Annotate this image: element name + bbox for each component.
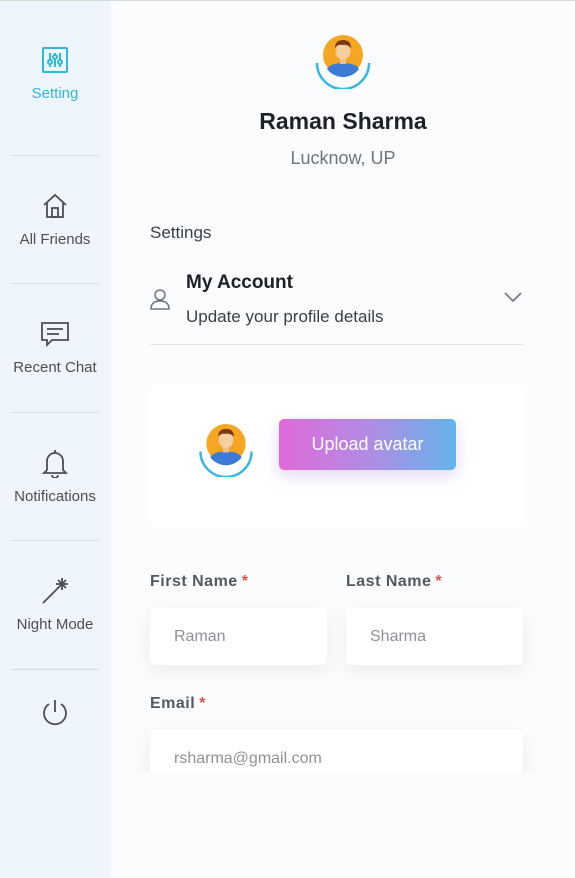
first-name-label: First Name * bbox=[150, 573, 248, 591]
my-account-accordion[interactable]: My Account Update your profile details bbox=[150, 266, 523, 345]
avatar bbox=[197, 422, 255, 477]
settings-panel: Raman Sharma Lucknow, UP Settings My Acc… bbox=[111, 1, 575, 878]
settings-sliders-icon bbox=[40, 45, 70, 75]
home-icon bbox=[40, 191, 70, 221]
profile-location: Lucknow, UP bbox=[290, 148, 396, 168]
sidebar: Setting All Friends Recent Chat Notifica… bbox=[0, 1, 111, 878]
magic-wand-icon bbox=[40, 576, 70, 606]
required-mark: * bbox=[435, 573, 443, 590]
avatar-card: Upload avatar bbox=[150, 383, 523, 529]
sidebar-item-label: Night Mode bbox=[16, 615, 94, 633]
chevron-down-icon bbox=[504, 292, 522, 303]
last-name-field[interactable] bbox=[346, 608, 523, 665]
first-name-field[interactable] bbox=[150, 608, 327, 665]
last-name-label: Last Name * bbox=[346, 573, 442, 591]
required-mark: * bbox=[199, 695, 206, 712]
chat-icon bbox=[40, 319, 70, 349]
account-subtitle: Update your profile details bbox=[186, 307, 384, 326]
sidebar-item-all-friends[interactable]: All Friends bbox=[11, 155, 99, 283]
profile-name: Raman Sharma bbox=[259, 108, 427, 134]
sidebar-item-label: Recent Chat bbox=[13, 358, 97, 376]
profile-avatar bbox=[314, 33, 372, 89]
power-icon bbox=[40, 697, 70, 727]
sidebar-item-label: Setting bbox=[31, 84, 79, 102]
email-label: Email * bbox=[150, 695, 206, 713]
sidebar-item-notifications[interactable]: Notifications bbox=[11, 412, 99, 540]
sidebar-item-night-mode[interactable]: Night Mode bbox=[11, 540, 99, 668]
required-mark: * bbox=[241, 573, 249, 590]
scroll-clip bbox=[111, 772, 575, 878]
user-icon bbox=[150, 289, 170, 310]
first-name-label-text: First Name bbox=[150, 573, 238, 590]
sidebar-item-recent-chat[interactable]: Recent Chat bbox=[11, 283, 99, 411]
upload-avatar-button[interactable]: Upload avatar bbox=[279, 419, 456, 470]
sidebar-item-logout[interactable] bbox=[11, 653, 99, 781]
sidebar-item-label: All Friends bbox=[19, 230, 91, 248]
sidebar-item-label: Notifications bbox=[14, 487, 96, 505]
bell-icon bbox=[40, 448, 70, 478]
sidebar-item-setting[interactable]: Setting bbox=[11, 9, 99, 137]
settings-heading: Settings bbox=[150, 223, 212, 242]
email-label-text: Email bbox=[150, 695, 196, 712]
account-title: My Account bbox=[186, 272, 293, 293]
last-name-label-text: Last Name bbox=[346, 573, 432, 590]
